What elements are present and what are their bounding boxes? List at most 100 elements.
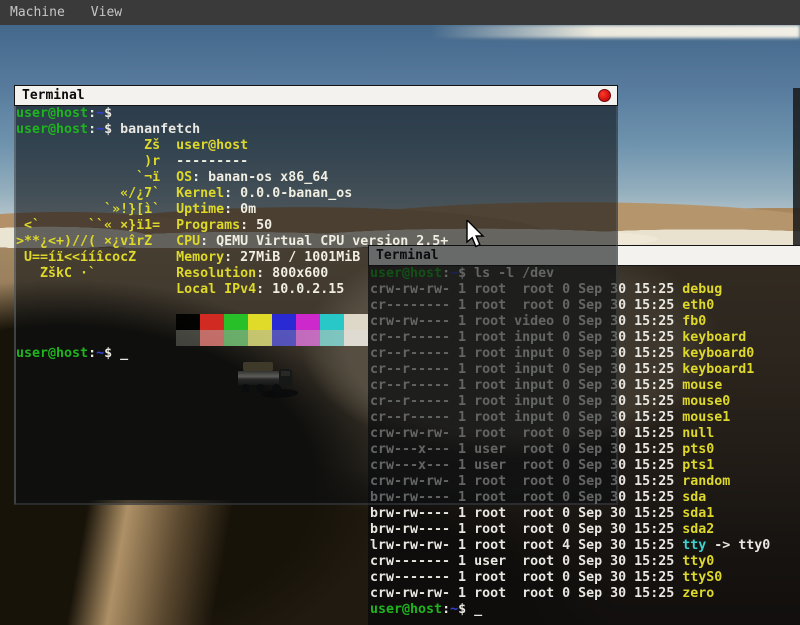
fetch-label: CPU [176, 234, 200, 249]
device-row: brw-rw---- 1 root root 0 Sep 30 15:25 sd… [370, 522, 800, 538]
fetch-value: : 0.0.0-banan_os [224, 186, 352, 201]
device-name: pts1 [682, 458, 714, 473]
fetch-value: : QEMU Virtual CPU version 2.5+ [200, 234, 448, 249]
device-name: sda1 [682, 506, 714, 521]
fetch-line: `»!}[ì` Uptime: 0m [16, 202, 616, 218]
text-cursor: _ [474, 602, 482, 617]
palette-cells [176, 314, 368, 330]
fetch-label: Programs [176, 218, 240, 233]
palette-swatch [344, 314, 368, 330]
ascii-art: Zš [16, 138, 176, 153]
fetch-value: : 50 [240, 218, 272, 233]
fetch-label: Kernel [176, 186, 224, 201]
device-name: mouse1 [682, 410, 730, 425]
palette-swatch [200, 314, 224, 330]
device-name: ttyS0 [682, 570, 722, 585]
color-palette-row [16, 330, 616, 346]
palette-swatch [200, 330, 224, 346]
device-name: mouse [682, 378, 722, 393]
fetch-line: Local IPv4: 10.0.2.15 [16, 282, 616, 298]
ascii-art: ŽškC ·` [16, 266, 176, 281]
fetch-line: <` ``« ×}ï1= Programs: 50 [16, 218, 616, 234]
fetch-value: : banan-os x86_64 [192, 170, 328, 185]
fetch-line: «/¿7` Kernel: 0.0.0-banan_os [16, 186, 616, 202]
palette-swatch [296, 314, 320, 330]
ascii-art [16, 282, 176, 297]
device-name: keyboard [682, 330, 746, 345]
ascii-art: >**¿<+)//( ×¿vîrŽ [16, 234, 176, 249]
fetch-line: )r --------- [16, 154, 616, 170]
fetch-value: --------- [176, 154, 248, 169]
fetch-value: : 10.0.2.15 [256, 282, 344, 297]
palette-cells [176, 330, 368, 346]
palette-swatch [272, 330, 296, 346]
wallpaper-rock-ridge [0, 500, 380, 625]
palette-swatch [272, 314, 296, 330]
ascii-art: «/¿7` [16, 186, 176, 201]
palette-swatch [248, 314, 272, 330]
ascii-art: <` ``« ×}ï1= [16, 218, 176, 233]
fetch-label: Resolution [176, 266, 256, 281]
device-name: sda2 [682, 522, 714, 537]
fetch-label: OS [176, 170, 192, 185]
palette-swatch [224, 330, 248, 346]
fetch-line: ŽškC ·` Resolution: 800x600 [16, 266, 616, 282]
terminal-line: user@host:~$ bananfetch [16, 122, 616, 138]
device-name: tty0 [682, 554, 714, 569]
device-name: eth0 [682, 298, 714, 313]
device-name: fb0 [682, 314, 706, 329]
terminal1-title: Terminal [15, 88, 85, 103]
device-row: lrw-rw-rw- 1 root root 4 Sep 30 15:25 tt… [370, 538, 800, 554]
terminal-line: user@host:~$ [16, 106, 616, 122]
palette-swatch [224, 314, 248, 330]
palette-swatch [296, 330, 320, 346]
ascii-art: `»!}[ì` [16, 202, 176, 217]
fetch-label: Uptime [176, 202, 224, 217]
menu-item-view[interactable]: View [91, 5, 122, 20]
device-row: crw-rw-rw- 1 root root 0 Sep 30 15:25 ze… [370, 586, 800, 602]
device-name: debug [682, 282, 722, 297]
menu-item-machine[interactable]: Machine [10, 5, 65, 20]
terminal-window-bananfetch[interactable]: Terminal user@host:~$ user@host:~$ banan… [14, 85, 618, 505]
palette-swatch [176, 330, 200, 346]
fetch-line: U==íï<<ííîcocŽ Memory: 27MiB / 1001MiB [16, 250, 616, 266]
device-name: pts0 [682, 442, 714, 457]
fetch-value: : 800x600 [256, 266, 328, 281]
fetch-label: Memory [176, 250, 224, 265]
fetch-value: : 27MiB / 1001MiB [224, 250, 360, 265]
device-name: keyboard0 [682, 346, 754, 361]
fetch-line: `¬ï OS: banan-os x86_64 [16, 170, 616, 186]
fetch-value: : 0m [224, 202, 256, 217]
ascii-art: U==íï<<ííîcocŽ [16, 250, 176, 265]
palette-swatch [176, 314, 200, 330]
fetch-label: user@host [176, 138, 248, 153]
ascii-art: )r [16, 154, 176, 169]
vm-screen: Machine View Terminal user@host:~$ ls -l… [0, 0, 800, 625]
palette-swatch [320, 314, 344, 330]
blank-line [16, 298, 616, 314]
device-row: crw------- 1 user root 0 Sep 30 15:25 tt… [370, 554, 800, 570]
fetch-label: Local IPv4 [176, 282, 256, 297]
device-name: mouse0 [682, 394, 730, 409]
device-name: tty [682, 538, 706, 553]
terminal-line: user@host:~$ _ [16, 346, 616, 362]
mouse-cursor-icon [466, 220, 488, 250]
text-cursor: _ [120, 346, 128, 361]
symlink-target: -> tty0 [706, 538, 770, 553]
close-button-icon[interactable] [598, 89, 611, 102]
terminal1-content[interactable]: user@host:~$ user@host:~$ bananfetch Zš … [14, 106, 618, 505]
device-row: crw------- 1 root root 0 Sep 30 15:25 tt… [370, 570, 800, 586]
palette-swatch [320, 330, 344, 346]
device-name: sda [682, 490, 706, 505]
wallpaper-cloud-band [430, 25, 800, 38]
ascii-art: `¬ï [16, 170, 176, 185]
device-name: keyboard1 [682, 362, 754, 377]
device-name: random [682, 474, 730, 489]
terminal1-titlebar[interactable]: Terminal [14, 85, 618, 106]
color-palette-row [16, 314, 616, 330]
device-row: brw-rw---- 1 root root 0 Sep 30 15:25 sd… [370, 506, 800, 522]
device-name: null [682, 426, 714, 441]
menu-bar: Machine View [0, 0, 800, 25]
palette-swatch [344, 330, 368, 346]
fetch-line: Zš user@host [16, 138, 616, 154]
